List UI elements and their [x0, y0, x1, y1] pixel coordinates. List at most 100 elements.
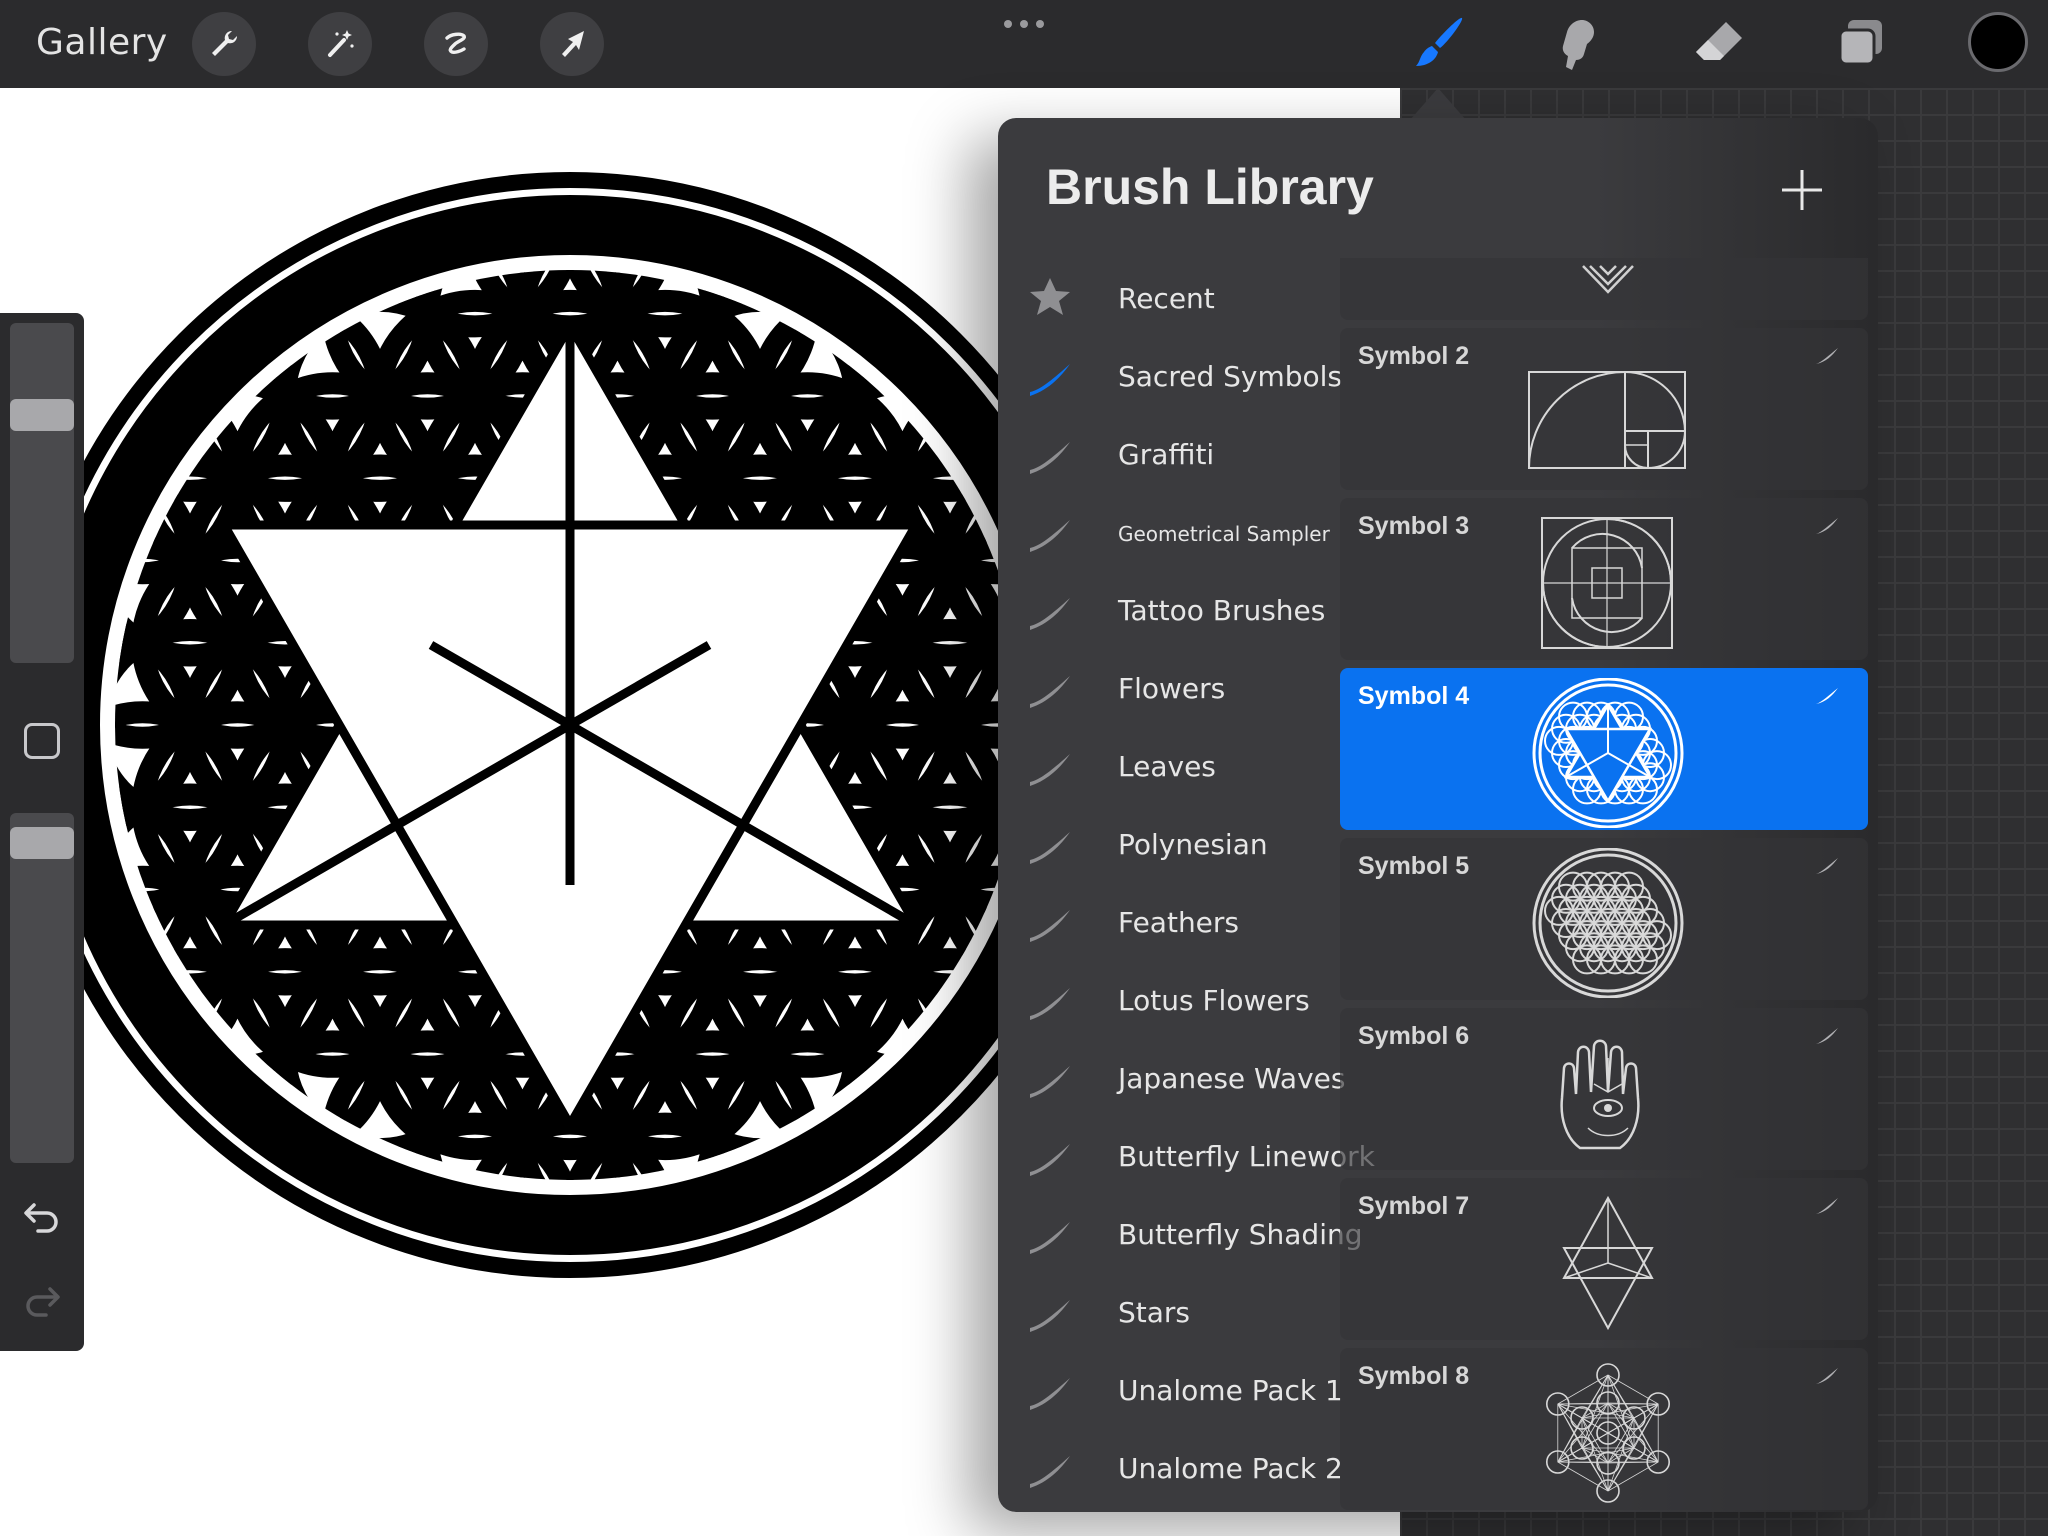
brush-category-item[interactable]: Recent — [1026, 258, 1346, 336]
star-icon — [1030, 278, 1070, 315]
brush-card[interactable]: Symbol 5 — [1340, 838, 1868, 1000]
brush-name: Symbol 8 — [1358, 1362, 1470, 1390]
smudge-icon[interactable] — [1548, 14, 1608, 74]
brush-library-panel: Brush Library Recent Sacred Symbols Graffi… — [998, 118, 1878, 1512]
category-label: Unalome Pack 2 — [1118, 1452, 1343, 1485]
eraser-icon[interactable] — [1690, 14, 1750, 74]
brush-name: Symbol 7 — [1358, 1192, 1470, 1220]
color-swatch[interactable] — [1968, 12, 2028, 72]
brush-category-item[interactable]: Graffiti — [1026, 414, 1346, 492]
opacity-slider[interactable] — [10, 813, 74, 1163]
brush-card[interactable]: Symbol 7 — [1340, 1178, 1868, 1340]
brush-thumbnail — [1545, 1363, 1670, 1503]
brush-thumbnail — [1528, 370, 1687, 470]
brush-category-item[interactable]: Sacred Symbols — [1026, 336, 1346, 414]
category-label: Recent — [1118, 282, 1215, 315]
brush-stroke-icon — [1816, 348, 1838, 364]
transform-arrow-icon — [562, 31, 584, 57]
category-label: Lotus Flowers — [1118, 984, 1310, 1017]
category-label: Stars — [1118, 1296, 1191, 1329]
brush-card[interactable]: Symbol 6 — [1340, 1008, 1868, 1170]
brush-category-item[interactable]: Polynesian — [1026, 804, 1346, 882]
brush-thumbnail — [1582, 265, 1634, 294]
wrench-icon — [212, 30, 238, 56]
adjustments-button[interactable] — [308, 12, 372, 76]
brush-name: Symbol 2 — [1358, 342, 1470, 370]
brush-category-item[interactable]: Tattoo Brushes — [1026, 570, 1346, 648]
add-brush-icon[interactable] — [1780, 168, 1824, 212]
brush-stroke-icon — [1030, 988, 1070, 1020]
brush-stroke-icon — [1030, 442, 1070, 474]
category-label: Sacred Symbols — [1118, 360, 1343, 393]
category-label: Feathers — [1118, 906, 1240, 939]
brush-size-slider[interactable] — [10, 323, 74, 663]
brush-name: Symbol 5 — [1358, 852, 1470, 880]
brush-stroke-icon — [1030, 520, 1070, 552]
brush-name: Symbol 3 — [1358, 512, 1470, 540]
brush-category-item[interactable]: Butterfly Linework — [1026, 1116, 1375, 1194]
brush-stroke-icon — [1030, 754, 1070, 786]
category-label: Tattoo Brushes — [1118, 594, 1326, 627]
brush-category-item[interactable]: Japanese Waves — [1026, 1038, 1346, 1116]
brush-thumbnail — [1541, 517, 1673, 649]
gallery-button[interactable]: Gallery — [36, 22, 168, 63]
brush-category-item[interactable]: Stars — [1026, 1272, 1346, 1350]
category-label: Leaves — [1118, 750, 1216, 783]
brush-category-item[interactable]: Lotus Flowers — [1026, 960, 1346, 1038]
top-toolbar: Gallery — [0, 0, 2048, 88]
brush-category-item[interactable]: Feathers — [1026, 882, 1346, 960]
actions-button[interactable] — [192, 12, 256, 76]
selection-icon — [445, 32, 467, 54]
brush-category-item[interactable]: Unalome Pack 1 — [1026, 1350, 1346, 1428]
brush-category-item[interactable]: Geometrical Sampler — [1026, 492, 1346, 570]
category-label: Polynesian — [1118, 828, 1268, 861]
brush-card[interactable]: Symbol 2 — [1340, 328, 1868, 490]
brush-stroke-icon — [1030, 676, 1070, 708]
brush-card[interactable]: Symbol 4 — [1340, 668, 1868, 830]
left-sidebar — [0, 313, 84, 1351]
more-options-icon[interactable] — [1000, 14, 1048, 34]
layers-icon[interactable] — [1832, 14, 1892, 74]
brush-stroke-icon — [1816, 518, 1838, 534]
brush-category-item[interactable]: Leaves — [1026, 726, 1346, 804]
category-label: Butterfly Shading — [1118, 1218, 1363, 1251]
redo-icon[interactable] — [20, 1279, 64, 1323]
brush-stroke-icon — [1030, 832, 1070, 864]
brush-name: Symbol 4 — [1358, 682, 1470, 710]
brush-stroke-icon — [1816, 1368, 1838, 1384]
brush-name: Symbol 6 — [1358, 1022, 1470, 1050]
brush-card[interactable]: Symbol 8 — [1340, 1348, 1868, 1510]
transform-button[interactable] — [540, 12, 604, 76]
brush-list: Symbol 2 Symbol 3 Symbol 4 Symbol 5 Symbol 6… — [1340, 258, 1868, 1512]
brush-stroke-icon — [1030, 1300, 1070, 1332]
category-label: Geometrical Sampler — [1118, 522, 1330, 546]
brush-category-item[interactable]: Flowers — [1026, 648, 1346, 726]
brush-stroke-icon — [1030, 1222, 1070, 1254]
brush-stroke-icon — [1030, 1456, 1070, 1488]
brush-stroke-icon — [1030, 1144, 1070, 1176]
modify-button[interactable] — [24, 723, 60, 759]
brush-stroke-icon — [1030, 598, 1070, 630]
sacred-geometry-artwork — [70, 172, 1070, 1278]
brush-stroke-icon — [1030, 1066, 1070, 1098]
undo-icon[interactable] — [20, 1195, 64, 1239]
brush-thumbnail — [1532, 678, 1684, 828]
brush-card[interactable]: Symbol 3 — [1340, 498, 1868, 660]
category-label: Graffiti — [1118, 438, 1215, 471]
brush-stroke-icon — [1816, 1028, 1838, 1044]
brush-size-thumb[interactable] — [10, 399, 74, 431]
brush-category-list: Recent Sacred Symbols Graffiti Geometrical … — [1026, 258, 1375, 1506]
category-label: Flowers — [1118, 672, 1226, 705]
brush-stroke-icon — [1030, 1378, 1070, 1410]
category-label: Unalome Pack 1 — [1118, 1374, 1343, 1407]
opacity-thumb[interactable] — [10, 827, 74, 859]
brush-category-item[interactable]: Unalome Pack 2 — [1026, 1428, 1346, 1506]
brush-stroke-icon — [1030, 910, 1070, 942]
paintbrush-icon[interactable] — [1410, 14, 1470, 74]
brush-stroke-icon — [1030, 364, 1070, 396]
category-label: Japanese Waves — [1118, 1062, 1346, 1095]
brush-category-item[interactable]: Butterfly Shading — [1026, 1194, 1363, 1272]
brush-thumbnail — [1532, 848, 1684, 998]
selection-button[interactable] — [424, 12, 488, 76]
brush-card-partial[interactable] — [1340, 258, 1868, 320]
